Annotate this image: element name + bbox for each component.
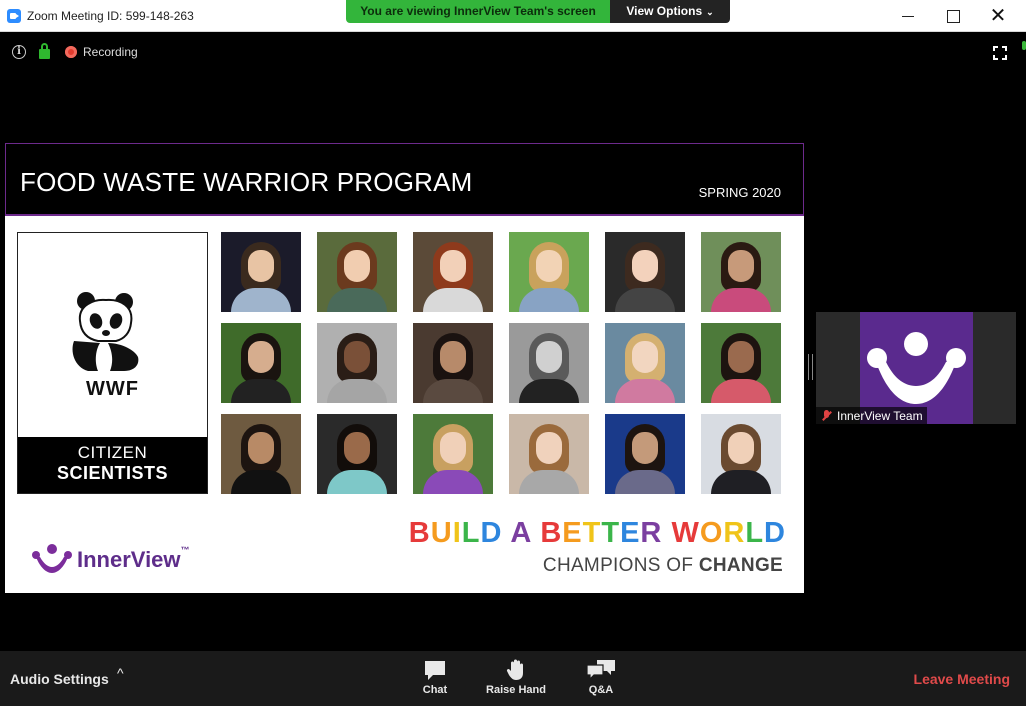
build-a-better-world-title: BUILD A BETTER WORLD [409, 517, 786, 550]
window-edge-indicator [1022, 41, 1026, 50]
participant-photo [605, 232, 685, 312]
wwf-panel: WWF CITIZEN SCIENTISTS [17, 232, 208, 494]
build-word: BETTER [540, 517, 663, 549]
participant-photo [413, 323, 493, 403]
qa-label: Q&A [588, 684, 614, 696]
wwf-logo-text: WWF [86, 378, 139, 400]
view-options-button[interactable]: View Options ⌄ [610, 0, 730, 23]
champions-of-change-subtitle: CHAMPIONS OF CHANGE [543, 555, 783, 577]
maximize-button[interactable] [931, 4, 975, 28]
champions-prefix: CHAMPIONS OF [542, 555, 694, 576]
trademark-symbol: ™ [180, 545, 190, 555]
lock-icon[interactable] [39, 43, 50, 59]
raise-hand-icon [506, 659, 523, 680]
slide-season: SPRING 2020 [698, 185, 781, 200]
participant-photo [317, 323, 397, 403]
citizen-scientists-banner: CITIZEN SCIENTISTS [18, 437, 207, 493]
innerview-logo-icon [32, 544, 72, 573]
shared-screen-slide: FOOD WASTE WARRIOR PROGRAM SPRING 2020 W… [5, 143, 804, 593]
raise-hand-button[interactable]: Raise Hand [484, 659, 548, 696]
window-title: Zoom Meeting ID: 599-148-263 [27, 9, 194, 23]
participant-photo [701, 323, 781, 403]
qa-icon [586, 660, 615, 681]
participant-photo [317, 414, 397, 494]
mic-muted-icon [822, 410, 831, 421]
participant-photo [605, 323, 685, 403]
participant-photo [413, 232, 493, 312]
audio-settings-button[interactable]: Audio Settings [10, 671, 109, 687]
participant-photo [509, 323, 589, 403]
innerview-brand-name: InnerView™ [77, 545, 190, 573]
fullscreen-icon[interactable] [993, 46, 1007, 60]
participant-name: InnerView Team [837, 408, 923, 423]
scientists-label: SCIENTISTS [56, 463, 168, 483]
view-options-label: View Options [626, 4, 703, 18]
build-word: A [510, 517, 532, 549]
viewing-screen-label: You are viewing InnerView Team's screen [346, 0, 610, 23]
build-word: WORLD [671, 517, 786, 549]
participant-video-tile[interactable]: InnerView Team [816, 312, 1016, 424]
chat-button[interactable]: Chat [412, 659, 458, 696]
citizen-label: CITIZEN [77, 443, 148, 462]
participant-photo [221, 232, 301, 312]
close-button[interactable]: ✕ [976, 4, 1020, 28]
video-panel-resize-handle[interactable] [808, 354, 813, 380]
participant-name-tag: InnerView Team [816, 407, 927, 424]
audio-options-caret[interactable]: ^ [117, 665, 124, 681]
recording-label: Recording [83, 45, 138, 59]
record-icon [65, 46, 77, 58]
chevron-down-icon: ⌄ [706, 7, 714, 17]
meeting-toolbar: Audio Settings ^ Chat Raise Hand Q&A Lea… [0, 651, 1026, 706]
participant-photo [509, 414, 589, 494]
leave-meeting-button[interactable]: Leave Meeting [914, 671, 1010, 687]
build-word: BUILD [408, 517, 503, 549]
innerview-brand-text: InnerView [77, 547, 181, 572]
zoom-meeting-window: Zoom Meeting ID: 599-148-263 You are vie… [0, 0, 1026, 706]
participant-photo [509, 232, 589, 312]
slide-header: FOOD WASTE WARRIOR PROGRAM SPRING 2020 [5, 143, 804, 216]
qa-button[interactable]: Q&A [580, 659, 622, 696]
title-bar: Zoom Meeting ID: 599-148-263 You are vie… [0, 0, 1026, 32]
zoom-logo-icon [7, 9, 21, 23]
chat-label: Chat [422, 684, 448, 696]
participant-photo [413, 414, 493, 494]
raise-hand-label: Raise Hand [486, 684, 546, 696]
panda-icon [72, 292, 139, 371]
participant-photo [701, 232, 781, 312]
participant-photo [317, 232, 397, 312]
chat-icon [425, 661, 445, 680]
participant-photo [605, 414, 685, 494]
participant-photo [221, 414, 301, 494]
slide-title: FOOD WASTE WARRIOR PROGRAM [20, 167, 473, 197]
meeting-status-row: i Recording [0, 32, 1026, 72]
champions-suffix: CHANGE [698, 555, 783, 576]
participant-photo [701, 414, 781, 494]
info-icon[interactable]: i [12, 45, 26, 59]
screen-share-banner: You are viewing InnerView Team's screen … [346, 0, 730, 23]
minimize-button[interactable] [886, 4, 930, 28]
participant-photo [221, 323, 301, 403]
